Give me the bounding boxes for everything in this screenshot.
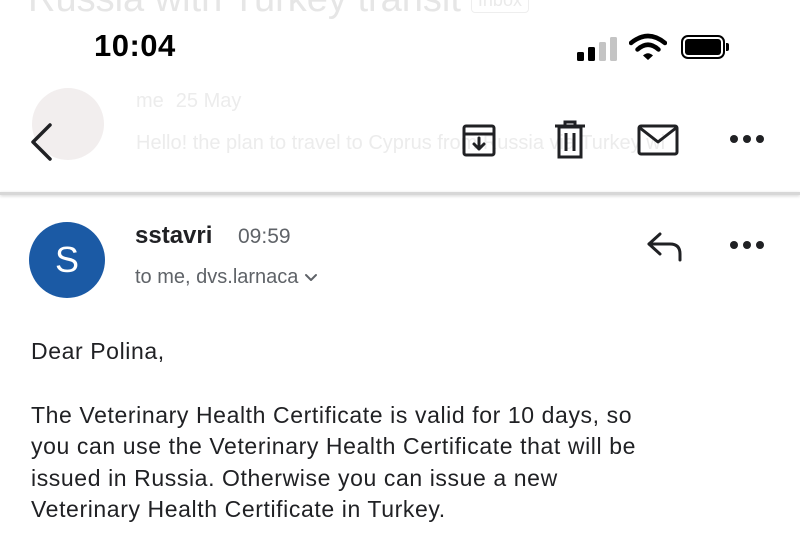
back-button[interactable] — [26, 120, 56, 164]
archive-button[interactable] — [459, 120, 499, 160]
reply-button[interactable] — [645, 228, 685, 264]
sender-avatar[interactable]: S — [29, 222, 105, 298]
body-line: The Veterinary Health Certificate is val… — [31, 401, 633, 428]
recipients-toggle[interactable]: to me, dvs.larnaca — [135, 266, 318, 289]
body-line: issued in Russia. Otherwise you can issu… — [31, 464, 558, 491]
trash-icon — [555, 120, 585, 159]
reply-icon — [647, 232, 682, 262]
message-body: Dear Polina, The Veterinary Health Certi… — [31, 336, 781, 526]
chevron-down-icon — [304, 266, 318, 289]
sender-name: sstavri — [135, 222, 213, 249]
cellular-signal-icon — [577, 33, 621, 61]
email-screen: { "background": { "subject": "Russia wit… — [0, 0, 800, 551]
wifi-icon — [628, 33, 668, 66]
toolbar-more-button[interactable] — [726, 126, 768, 152]
battery-icon — [681, 35, 729, 59]
archive-icon — [462, 124, 496, 157]
message-time: 09:59 — [238, 225, 291, 248]
greeting: Dear Polina, — [31, 338, 165, 364]
mark-unread-button[interactable] — [636, 122, 680, 158]
more-icon — [730, 135, 764, 143]
delete-button[interactable] — [550, 118, 590, 160]
body-line: you can use the Veterinary Health Certif… — [31, 433, 636, 459]
status-time: 10:04 — [94, 28, 176, 63]
body-line: Veterinary Health Certificate in Turkey. — [31, 496, 446, 522]
more-icon — [730, 241, 764, 249]
back-icon — [31, 123, 52, 161]
inbox-badge: Inbox — [470, 0, 529, 14]
thread-subject-background: Russia with Turkey transitInbox — [28, 0, 529, 21]
message-more-button[interactable] — [726, 232, 768, 258]
background-sender-line: me 25 May — [136, 90, 242, 112]
toolbar-divider — [0, 192, 800, 195]
recipients-label: to me, dvs.larnaca — [135, 266, 299, 288]
mail-icon — [637, 124, 679, 156]
